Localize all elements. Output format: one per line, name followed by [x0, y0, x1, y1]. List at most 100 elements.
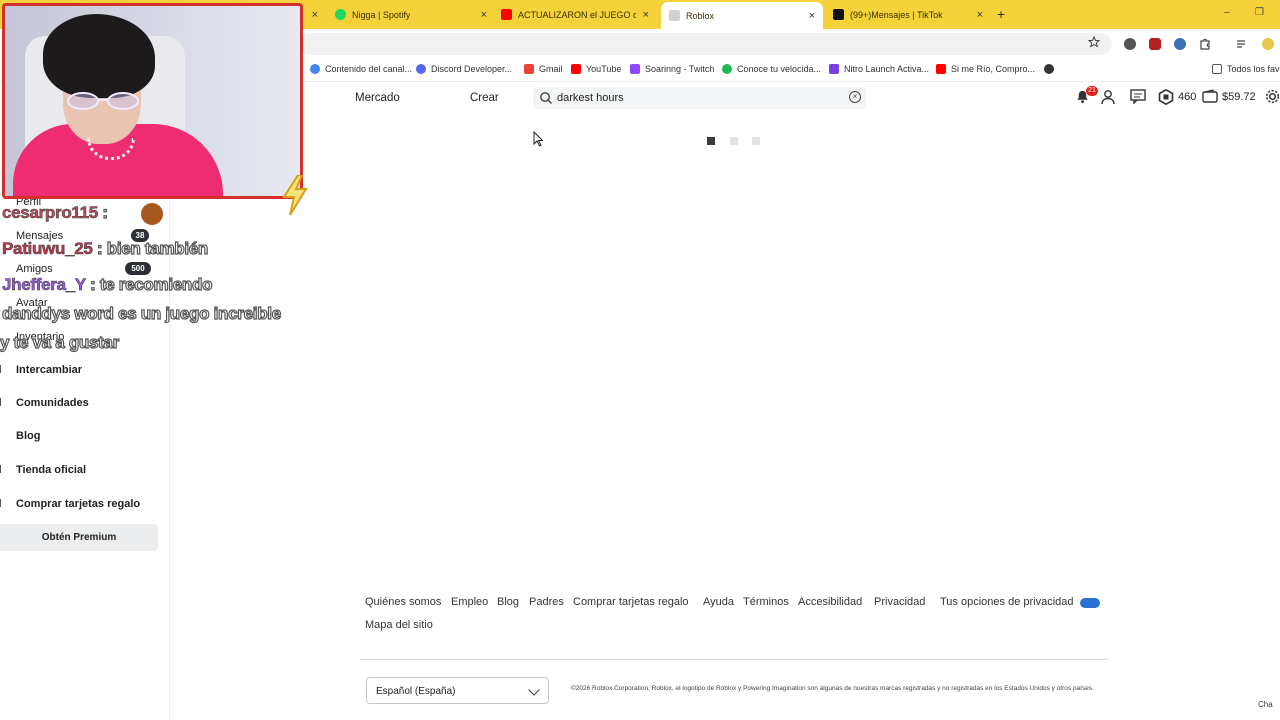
gift-card-icon	[0, 499, 5, 507]
chat-icon[interactable]	[1130, 89, 1146, 104]
bookmark-item[interactable]: Contenido del canal...	[310, 64, 412, 74]
extensions-puzzle-icon[interactable]	[1199, 38, 1211, 50]
tab-partial[interactable]: ×	[304, 3, 318, 26]
tab-youtube[interactable]: ACTUALIZARON el JUEGO de P ×	[501, 3, 649, 26]
footer-link-blog[interactable]: Blog	[497, 596, 519, 608]
bookmark-item[interactable]: Si me Río, Compro...	[936, 64, 1035, 74]
globe-icon	[1044, 64, 1054, 74]
google-icon	[310, 64, 320, 74]
roblox-icon	[669, 10, 680, 21]
chat-message: y te va a gustar	[0, 332, 120, 352]
chat-message: Patiuwu_25 : bien también	[2, 238, 209, 259]
footer-divider	[360, 659, 1108, 660]
sidebar-item-intercambiar[interactable]: Intercambiar	[16, 364, 82, 376]
trade-icon	[0, 365, 5, 373]
clear-search-icon[interactable]: ×	[849, 91, 861, 103]
friends-badge: 500	[125, 262, 151, 275]
footer-link-terminos[interactable]: Términos	[743, 596, 789, 608]
webcam-person-hair	[43, 14, 155, 98]
sidebar-item-blog[interactable]: Blog	[16, 430, 40, 442]
youtube-icon	[571, 64, 581, 74]
profile-avatar[interactable]	[1262, 38, 1274, 50]
footer-link-quienes-somos[interactable]: Quiénes somos	[365, 596, 441, 608]
nav-crear[interactable]: Crear	[470, 92, 499, 104]
bookmark-item[interactable]: Soarinng - Twitch	[630, 64, 714, 74]
restore-button[interactable]: ❐	[1255, 7, 1264, 18]
bookmark-star-icon[interactable]	[1088, 36, 1100, 48]
footer-link-opciones-privacidad[interactable]: Tus opciones de privacidad	[940, 596, 1074, 608]
nav-mercado[interactable]: Mercado	[355, 92, 400, 104]
chat-username: cesarpro115	[2, 203, 99, 223]
extension-icon[interactable]	[1124, 38, 1136, 50]
minimize-button[interactable]: –	[1224, 7, 1230, 18]
close-tab-icon[interactable]: ×	[481, 9, 487, 21]
get-premium-button[interactable]: Obtén Premium	[0, 524, 158, 551]
close-tab-icon[interactable]: ×	[312, 9, 318, 21]
gear-icon[interactable]	[1265, 89, 1280, 104]
loading-dot	[707, 137, 715, 145]
chat-avatar	[141, 203, 163, 225]
notification-badge: 21	[1086, 86, 1098, 96]
footer-link-accesibilidad[interactable]: Accesibilidad	[798, 596, 862, 608]
close-tab-icon[interactable]: ×	[977, 9, 983, 21]
sidebar-item-amigos[interactable]: Amigos	[16, 263, 53, 275]
new-tab-button[interactable]: +	[997, 6, 1005, 22]
nitro-icon	[829, 64, 839, 74]
close-tab-icon[interactable]: ×	[809, 10, 815, 22]
chat-username: Patiuwu_25	[2, 239, 93, 259]
robux-icon[interactable]	[1158, 89, 1174, 105]
chat-widget-tab[interactable]: Cha	[1258, 700, 1273, 709]
extension-icon[interactable]	[1149, 38, 1161, 50]
wallet-icon[interactable]	[1202, 89, 1218, 104]
friends-icon[interactable]	[1101, 89, 1118, 105]
language-select[interactable]: Español (España)	[366, 677, 549, 704]
all-bookmarks-folder[interactable]: Todos los favo	[1212, 64, 1280, 74]
footer-link-padres[interactable]: Padres	[529, 596, 564, 608]
sidebar-item-tienda[interactable]: Tienda oficial	[16, 464, 86, 476]
footer-link-privacidad[interactable]: Privacidad	[874, 596, 925, 608]
webcam-overlay	[2, 3, 303, 199]
twitch-icon	[630, 64, 640, 74]
media-control-icon[interactable]	[1236, 38, 1248, 50]
robux-balance[interactable]: 460	[1178, 91, 1196, 103]
folder-icon	[1212, 64, 1222, 74]
sidebar-item-comunidades[interactable]: Comunidades	[16, 397, 89, 409]
search-icon	[540, 92, 552, 104]
copyright-text: ©2026 Roblox Corporation. Roblox, el log…	[571, 685, 1094, 692]
footer-link-empleo[interactable]: Empleo	[451, 596, 488, 608]
tab-roblox[interactable]: Roblox ×	[661, 2, 823, 29]
store-icon	[0, 465, 5, 473]
loading-dot	[730, 137, 738, 145]
chat-username: Jheffera_Y	[2, 275, 87, 295]
chat-message: Jheffera_Y : te recomiendo	[2, 274, 213, 295]
tab-spotify[interactable]: Nigga | Spotify ×	[335, 3, 487, 26]
chat-message: danddys word es un juego increible	[1, 303, 281, 323]
chat-message: cesarpro115 :	[2, 202, 109, 223]
discord-icon	[416, 64, 426, 74]
footer-link-tarjetas[interactable]: Comprar tarjetas regalo	[573, 596, 689, 608]
chevron-down-icon	[528, 684, 540, 696]
extension-icon[interactable]	[1174, 38, 1186, 50]
youtube-icon	[936, 64, 946, 74]
sidebar-item-tarjetas[interactable]: Comprar tarjetas regalo	[16, 498, 140, 510]
bookmark-item[interactable]: Conoce tu velocida...	[722, 64, 821, 74]
footer-link-sitemap[interactable]: Mapa del sitio	[365, 619, 433, 631]
privacy-choices-icon[interactable]	[1080, 598, 1100, 608]
search-input[interactable]: darkest hours ×	[533, 87, 866, 109]
address-bar[interactable]	[300, 33, 1112, 55]
screen: Nigga | Spotify × ACTUALIZARON el JUEGO …	[0, 0, 1280, 720]
money-balance[interactable]: $59.72	[1222, 91, 1256, 103]
bookmark-item[interactable]: Gmail	[524, 64, 563, 74]
search-value: darkest hours	[557, 92, 624, 104]
footer-link-ayuda[interactable]: Ayuda	[703, 596, 734, 608]
tab-tiktok[interactable]: (99+)Mensajes | TikTok ×	[833, 3, 983, 26]
bookmark-item[interactable]: YouTube	[571, 64, 621, 74]
bookmark-item[interactable]	[1044, 64, 1059, 74]
close-tab-icon[interactable]: ×	[643, 9, 649, 21]
bookmark-item[interactable]: Nitro Launch Activa...	[829, 64, 929, 74]
bookmark-item[interactable]: Discord Developer...	[416, 64, 512, 74]
gmail-icon	[524, 64, 534, 74]
tiktok-icon	[833, 9, 844, 20]
communities-icon	[0, 398, 5, 406]
lightning-bolt-icon	[282, 175, 308, 215]
